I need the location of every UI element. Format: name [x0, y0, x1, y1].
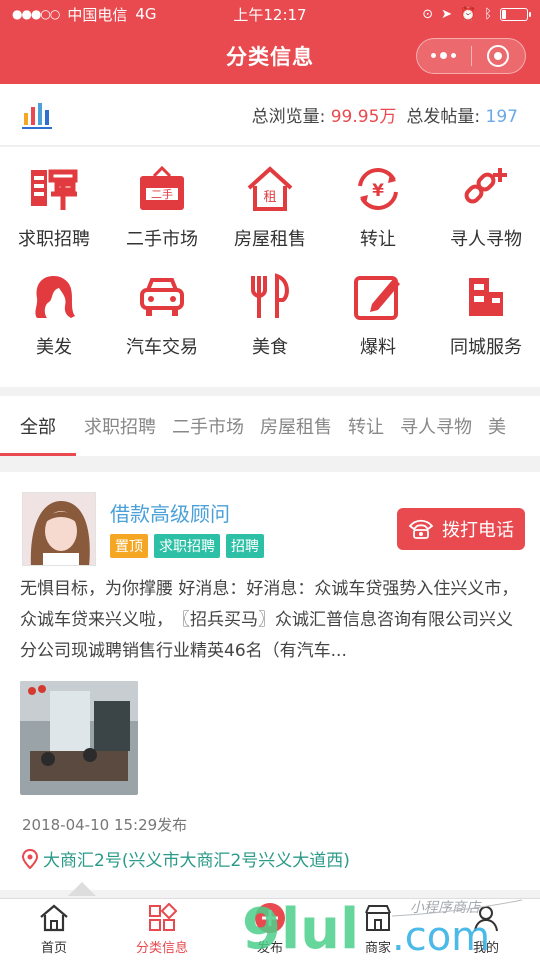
call-button[interactable]: 拨打电话	[397, 508, 525, 550]
post-description[interactable]: 无惧目标，为你撑腰 好消息：好消息：众诚车贷强势入住兴义市，众诚车贷来兴义啦， …	[20, 574, 525, 667]
tabbar-label: 首页	[40, 941, 67, 956]
tab-house-rent[interactable]: 房屋租售	[252, 396, 340, 456]
stats-bar: 总浏览量: 99.95万 总发帖量: 197	[0, 84, 540, 146]
tabbar-shop[interactable]: 商家	[324, 899, 432, 960]
category-house-rent[interactable]: 租 房屋租售	[216, 151, 324, 261]
post-tags: 置顶 求职招聘 招聘	[110, 534, 264, 558]
posts-value: 197	[485, 107, 518, 127]
signal-icon: ●●●○○	[12, 7, 60, 21]
category-label: 同城服务	[450, 337, 522, 358]
svg-text:二手: 二手	[151, 187, 173, 201]
home-icon	[37, 901, 71, 935]
posts-label: 总发帖量:	[406, 107, 481, 127]
tab-recruit[interactable]: 求职招聘	[76, 396, 164, 456]
more-button[interactable]	[417, 39, 471, 73]
tab-hair[interactable]: 美	[480, 396, 514, 456]
category-label: 寻人寻物	[450, 229, 522, 250]
phone-icon	[408, 519, 434, 539]
category-icon	[145, 901, 179, 935]
category-second-hand[interactable]: 二手 二手市场	[108, 151, 216, 261]
transfer-icon: ¥	[350, 161, 406, 217]
battery-level	[502, 9, 506, 19]
car-icon	[134, 269, 190, 325]
more-dots-icon	[431, 52, 457, 59]
category-recruit[interactable]: 求职招聘	[0, 151, 108, 261]
carrier-name: 中国电信	[67, 5, 128, 24]
tabbar-label: 我的	[472, 941, 499, 956]
lock-rotation-icon: ⊙	[422, 6, 434, 22]
network-type: 4G	[135, 5, 157, 23]
post-location[interactable]: 大商汇2号(兴义市大商汇2号兴义大道西)	[22, 846, 350, 871]
category-label: 二手市场	[126, 229, 198, 250]
tabbar-label: 分类信息	[135, 941, 188, 956]
category-hair[interactable]: 美发	[0, 259, 108, 369]
views-label: 总浏览量:	[251, 107, 326, 127]
user-icon	[469, 901, 503, 935]
avatar[interactable]	[22, 492, 96, 566]
tag-subcategory: 招聘	[226, 534, 264, 558]
battery-icon	[500, 7, 531, 21]
category-label: 美食	[252, 337, 288, 358]
category-lost-found[interactable]: 寻人寻物	[432, 151, 540, 261]
alarm-icon: ⏰	[460, 6, 477, 22]
category-label: 房屋租售	[234, 229, 306, 250]
bar-chart-icon	[22, 102, 52, 129]
category-report[interactable]: 爆料	[324, 259, 432, 369]
svg-text:租: 租	[263, 190, 276, 205]
house-rent-icon: 租	[242, 161, 298, 217]
category-label: 汽车交易	[126, 337, 198, 358]
location-arrow-icon: ➤	[441, 6, 452, 22]
close-mini-program-button[interactable]	[472, 39, 526, 73]
category-label: 美发	[36, 337, 72, 358]
food-icon	[242, 269, 298, 325]
lost-found-icon	[458, 161, 514, 217]
tabbar-publish[interactable]: 发布	[216, 899, 324, 960]
close-target-icon	[487, 45, 510, 67]
tab-lost-found[interactable]: 寻人寻物	[392, 396, 480, 456]
tabbar-label: 商家	[364, 941, 391, 956]
recruit-icon	[26, 161, 82, 217]
category-label: 求职招聘	[18, 229, 90, 250]
second-hand-icon: 二手	[134, 161, 190, 217]
shop-icon	[361, 901, 395, 935]
tabbar-home[interactable]: 首页	[0, 899, 108, 960]
post-time: 2018-04-10 15:29发布	[22, 816, 188, 834]
category-label: 爆料	[360, 337, 396, 358]
publish-icon	[253, 901, 287, 935]
post-image[interactable]	[20, 681, 138, 795]
category-grid: 求职招聘 二手 二手市场 租 房屋租售 ¥ 转让 寻人寻物 美发 汽车交易 美食…	[0, 147, 540, 387]
status-bar: ●●●○○ 中国电信 4G 上午12:17 ⊙ ➤ ⏰ ᛒ	[0, 0, 540, 28]
tabbar-label: 发布	[256, 941, 283, 956]
status-time: 上午12:17	[233, 5, 307, 24]
bottom-tab-bar: 首页 分类信息 发布 商家 我的	[0, 898, 540, 960]
views-value: 99.95万	[330, 107, 397, 127]
city-service-icon	[458, 269, 514, 325]
report-icon	[350, 269, 406, 325]
tab-second-hand[interactable]: 二手市场	[164, 396, 252, 456]
nav-bar: 分类信息	[0, 28, 540, 84]
call-button-label: 拨打电话	[442, 520, 514, 541]
page-title: 分类信息	[226, 45, 314, 69]
post-card[interactable]: 借款高级顾问 置顶 求职招聘 招聘 拨打电话 无惧目标，为你撑腰 好消息：好消息…	[0, 472, 540, 890]
category-tabs: 全部 求职招聘 二手市场 房屋租售 转让 寻人寻物 美	[0, 396, 540, 456]
tag-category: 求职招聘	[154, 534, 220, 558]
tabbar-category[interactable]: 分类信息	[108, 899, 216, 960]
mini-program-capsule	[416, 38, 526, 74]
category-transfer[interactable]: ¥ 转让	[324, 151, 432, 261]
post-title[interactable]: 借款高级顾问	[110, 498, 230, 527]
tabbar-mine[interactable]: 我的	[432, 899, 540, 960]
tab-all[interactable]: 全部	[0, 396, 76, 456]
svg-text:¥: ¥	[372, 181, 384, 201]
tab-transfer[interactable]: 转让	[340, 396, 392, 456]
location-text: 大商汇2号(兴义市大商汇2号兴义大道西)	[43, 851, 350, 871]
tag-pinned: 置顶	[110, 534, 148, 558]
hair-icon	[26, 269, 82, 325]
bluetooth-icon: ᛒ	[484, 6, 492, 22]
category-city-service[interactable]: 同城服务	[432, 259, 540, 369]
category-food[interactable]: 美食	[216, 259, 324, 369]
category-car[interactable]: 汽车交易	[108, 259, 216, 369]
category-label: 转让	[360, 229, 396, 250]
location-pin-icon	[22, 848, 38, 869]
